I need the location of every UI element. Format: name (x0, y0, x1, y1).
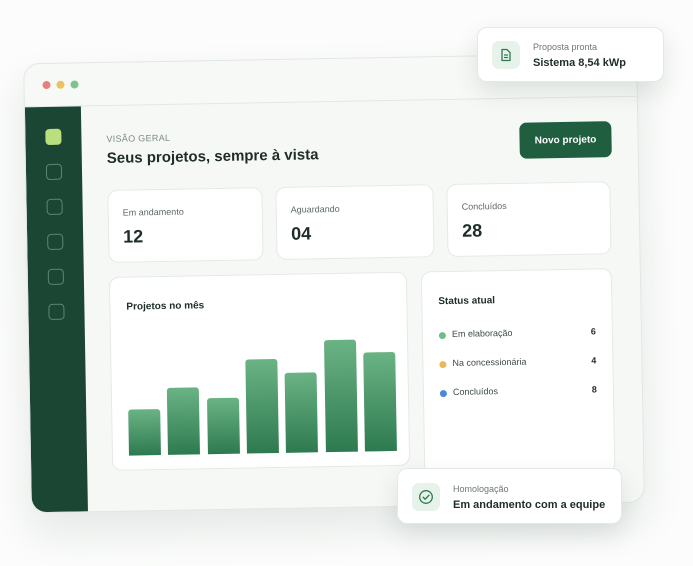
bar-chart (110, 273, 409, 470)
status-title: Status atual (438, 295, 496, 308)
homologation-notification[interactable]: Homologação Em andamento com a equipe (397, 468, 622, 524)
chart-bar (323, 339, 358, 453)
main-content: VISÃO GERAL Seus projetos, sempre à vist… (81, 97, 644, 512)
status-dot (438, 332, 446, 340)
notification-label: Homologação (453, 484, 509, 494)
status-dot (439, 361, 447, 369)
new-project-button[interactable]: Novo projeto (519, 121, 612, 159)
sidebar-item-dashboard[interactable] (45, 128, 62, 146)
status-item-completed: Concluídos 8 (439, 384, 597, 401)
sidebar-item-6[interactable] (48, 303, 65, 320)
stat-value: 04 (290, 223, 312, 244)
status-count: 8 (591, 384, 597, 395)
notification-value: Sistema 8,54 kWp (533, 57, 626, 69)
chart-bar (363, 352, 397, 452)
status-label: Na concessionária (452, 356, 527, 368)
chart-bar (245, 358, 279, 454)
notification-value: Em andamento com a equipe (453, 499, 606, 511)
chart-bar (206, 397, 240, 455)
status-label: Em elaboração (451, 327, 513, 339)
window-maximize-dot[interactable] (70, 80, 79, 89)
stat-label: Em andamento (122, 206, 184, 218)
stat-card-in-progress: Em andamento 12 (107, 187, 264, 263)
status-dot (439, 390, 448, 398)
stat-card-completed: Concluídos 28 (446, 181, 612, 258)
chart-bar (284, 372, 319, 453)
sidebar-item-3[interactable] (46, 198, 63, 216)
stat-card-waiting: Aguardando 04 (275, 184, 435, 260)
status-item-in-elaboration: Em elaboração 6 (438, 326, 596, 343)
status-label: Concluídos (452, 386, 499, 397)
chart-bar (167, 387, 201, 455)
sidebar-item-4[interactable] (47, 233, 64, 250)
window-close-dot[interactable] (42, 80, 51, 90)
stat-value: 28 (461, 220, 483, 241)
stat-label: Concluídos (461, 200, 507, 212)
status-item-concessionaire: Na concessionária 4 (439, 355, 596, 372)
sidebar (24, 106, 88, 513)
sidebar-item-5[interactable] (47, 268, 64, 285)
chart-bar (128, 409, 161, 456)
proposal-ready-notification[interactable]: Proposta pronta Sistema 8,54 kWp (477, 27, 664, 82)
notification-label: Proposta pronta (533, 42, 598, 52)
status-count: 6 (590, 326, 596, 337)
stat-label: Aguardando (290, 203, 340, 215)
document-icon (492, 41, 520, 69)
status-card: Status atual Em elaboração 6 Na concessi… (420, 268, 616, 477)
status-count: 4 (591, 355, 597, 366)
check-circle-icon (412, 483, 440, 511)
page-title: Seus projetos, sempre à vista (106, 146, 319, 167)
page-overline: VISÃO GERAL (106, 132, 171, 144)
app-window: VISÃO GERAL Seus projetos, sempre à vist… (23, 52, 645, 514)
window-minimize-dot[interactable] (56, 80, 65, 89)
stat-value: 12 (122, 226, 144, 247)
monthly-projects-chart-card: Projetos no mês (108, 271, 411, 471)
sidebar-item-2[interactable] (45, 163, 63, 181)
